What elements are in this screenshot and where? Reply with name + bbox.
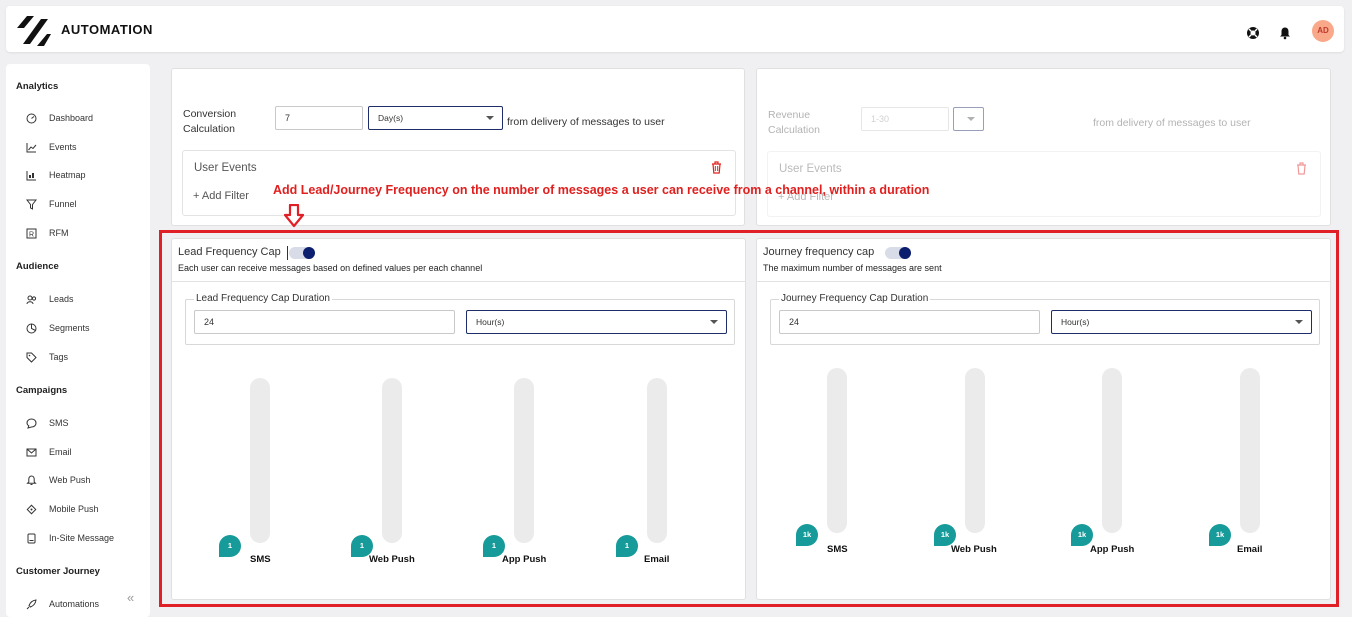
sidebar-item-label: RFM [49, 228, 69, 238]
sidebar-item-label: Mobile Push [49, 504, 99, 514]
svg-text:R: R [29, 231, 34, 238]
rfm-icon: R [26, 228, 37, 238]
users-icon [26, 295, 37, 304]
sidebar-item-tags[interactable]: Tags [26, 350, 68, 364]
annotation-arrow-icon [284, 204, 304, 228]
sidebar-item-rfm[interactable]: R RFM [26, 226, 69, 240]
revenue-label: Revenue Calculation [768, 108, 820, 138]
sidebar-item-leads[interactable]: Leads [26, 292, 74, 306]
conversion-days-input[interactable]: 7 [275, 106, 363, 130]
heatmap-icon [26, 170, 36, 180]
sidebar-item-dashboard[interactable]: Dashboard [26, 111, 93, 125]
sidebar-item-label: Funnel [49, 199, 77, 209]
sidebar-item-label: Segments [49, 323, 90, 333]
pie-chart-icon [26, 323, 37, 333]
sidebar: Analytics Dashboard Events Heatmap Funne… [6, 64, 150, 617]
sidebar-item-label: Email [49, 447, 72, 457]
revenue-panel: Revenue Calculation 1-30 from delivery o… [756, 68, 1331, 226]
user-events-title: User Events [779, 163, 842, 175]
conversion-unit-value: Day(s) [378, 113, 404, 123]
trash-icon[interactable] [1296, 162, 1307, 175]
sidebar-section-analytics: Analytics [16, 81, 59, 92]
sidebar-item-in-site-message[interactable]: In-Site Message [26, 531, 114, 545]
sidebar-section-customer-journey: Customer Journey [16, 566, 100, 577]
conversion-panel: Conversion Calculation 7 Day(s) from del… [171, 68, 745, 226]
avatar[interactable]: AD [1312, 20, 1334, 42]
sidebar-item-label: Tags [49, 352, 69, 362]
user-events-title: User Events [194, 162, 257, 174]
sidebar-item-sms[interactable]: SMS [26, 416, 69, 430]
revenue-unit-select[interactable] [953, 107, 984, 131]
sidebar-item-web-push[interactable]: Web Push [26, 473, 90, 487]
add-filter-link[interactable]: + Add Filter [193, 189, 249, 204]
conversion-suffix: from delivery of messages to user [507, 116, 665, 128]
revenue-days-input[interactable]: 1-30 [861, 107, 949, 131]
revenue-suffix: from delivery of messages to user [1093, 117, 1251, 129]
sidebar-item-label: Heatmap [49, 170, 86, 180]
top-bar: AUTOMATION AD [6, 6, 1344, 52]
sidebar-item-label: SMS [49, 418, 69, 428]
in-site-message-icon [27, 533, 36, 543]
chevron-down-icon [967, 117, 975, 121]
collapse-sidebar-icon[interactable]: « [127, 590, 134, 605]
revenue-panel-content: Revenue Calculation 1-30 from delivery o… [757, 69, 1330, 225]
sidebar-item-automations[interactable]: Automations [26, 597, 99, 611]
sidebar-item-heatmap[interactable]: Heatmap [26, 168, 86, 182]
conversion-unit-select[interactable]: Day(s) [368, 106, 503, 130]
envelope-icon [26, 448, 37, 456]
support-icon[interactable] [1246, 26, 1260, 40]
conversion-label: Conversion Calculation [183, 107, 236, 137]
sidebar-item-segments[interactable]: Segments [26, 321, 90, 335]
sidebar-item-email[interactable]: Email [26, 445, 72, 459]
tag-icon [26, 352, 37, 363]
sidebar-item-label: Web Push [49, 475, 91, 485]
chat-bubble-icon [26, 417, 37, 429]
rocket-icon [26, 598, 37, 609]
conversion-label-line2: Calculation [183, 123, 235, 135]
dashboard-icon [26, 113, 37, 123]
sidebar-item-label: Leads [49, 294, 74, 304]
mobile-push-icon [26, 504, 37, 514]
bell-icon[interactable] [1278, 26, 1292, 40]
sidebar-item-label: Events [49, 142, 77, 152]
revenue-label-line1: Revenue [768, 109, 811, 121]
trash-icon[interactable] [711, 161, 722, 174]
sidebar-item-label: Automations [49, 599, 100, 609]
annotation-text: Add Lead/Journey Frequency on the number… [273, 183, 930, 197]
annotation-highlight-box [159, 230, 1339, 607]
chevron-down-icon [486, 116, 494, 120]
sidebar-item-label: Dashboard [49, 113, 94, 123]
events-chart-icon [26, 142, 37, 152]
sidebar-section-audience: Audience [16, 261, 59, 272]
sidebar-item-funnel[interactable]: Funnel [26, 197, 77, 211]
conversion-label-line1: Conversion [183, 108, 237, 120]
sidebar-item-events[interactable]: Events [26, 140, 77, 154]
bell-outline-icon [26, 474, 37, 485]
sidebar-item-label: In-Site Message [49, 533, 115, 543]
funnel-icon [26, 199, 37, 210]
app-title: AUTOMATION [61, 22, 153, 37]
revenue-label-line2: Calculation [768, 124, 820, 136]
sidebar-item-mobile-push[interactable]: Mobile Push [26, 502, 99, 516]
logo-icon [17, 16, 51, 46]
sidebar-section-campaigns: Campaigns [16, 385, 68, 396]
